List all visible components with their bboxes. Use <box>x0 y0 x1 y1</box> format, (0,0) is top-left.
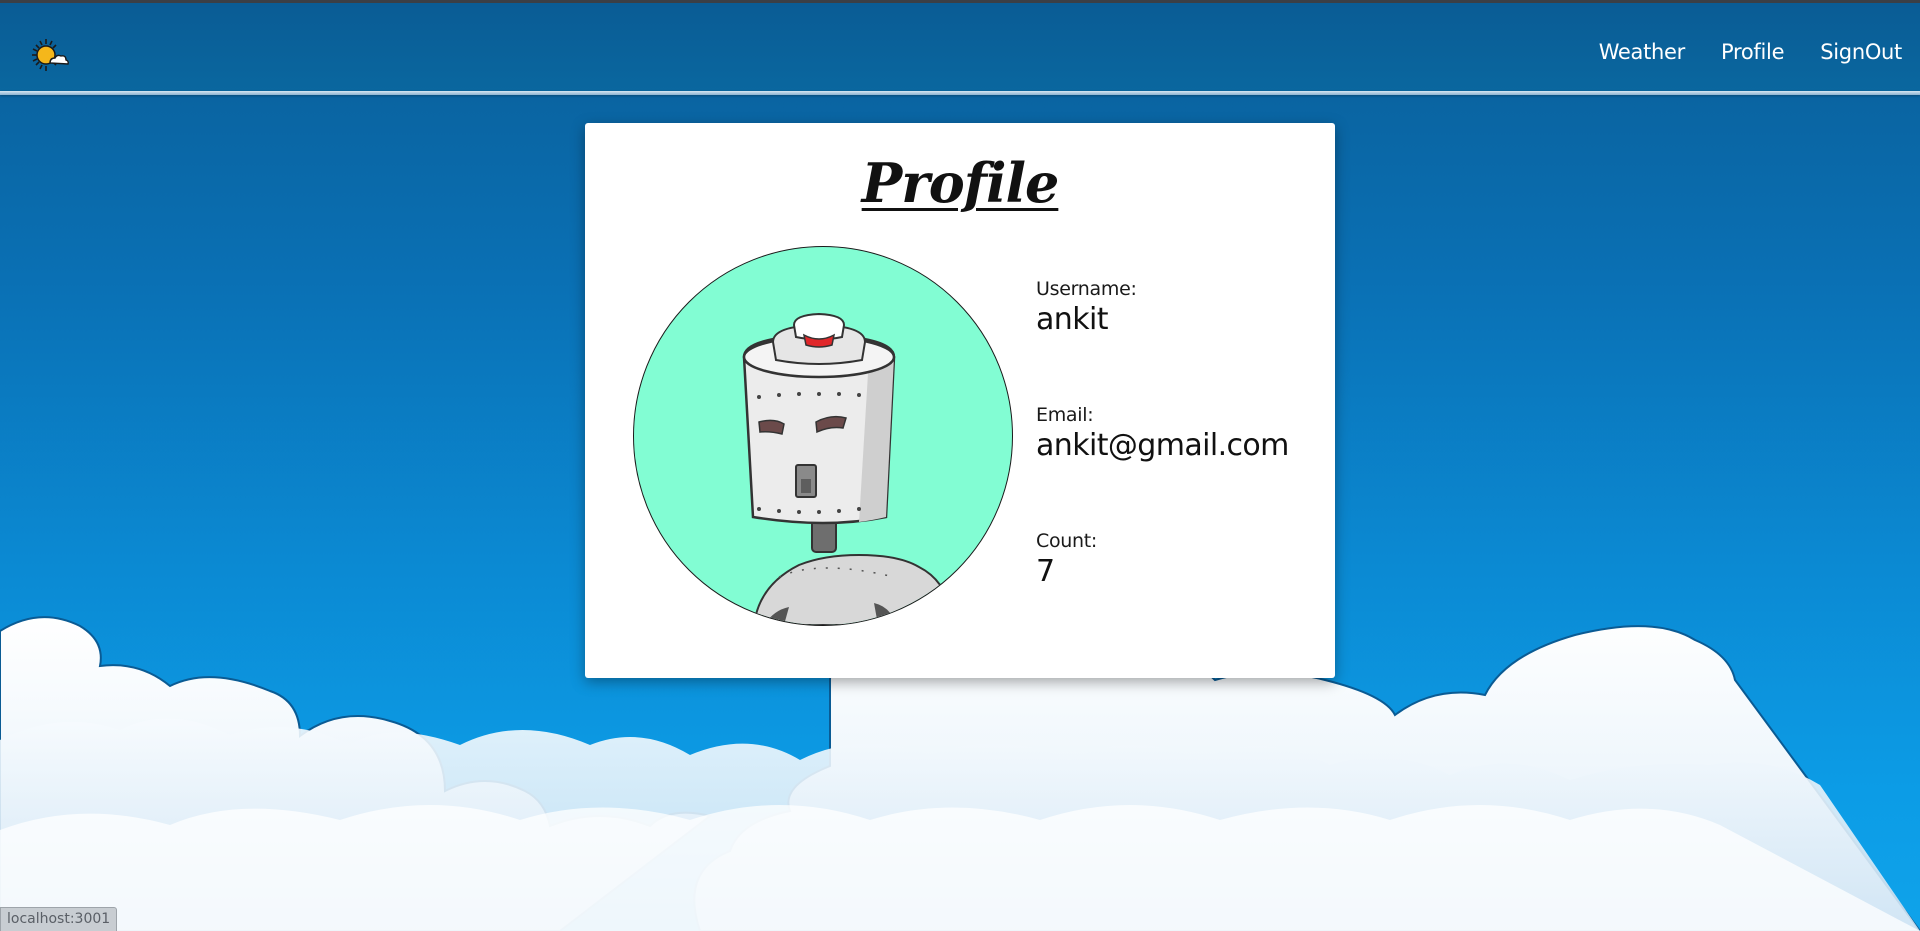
username-field: Username: ankit <box>1036 278 1316 404</box>
email-label: Email: <box>1036 404 1094 426</box>
email-field: Email: ankit@gmail.com <box>1036 404 1316 530</box>
count-value: 7 <box>1036 554 1055 589</box>
username-value: ankit <box>1036 302 1108 337</box>
nav-link-signout[interactable]: SignOut <box>1820 40 1902 64</box>
navbar-divider <box>0 91 1920 95</box>
nav-link-profile[interactable]: Profile <box>1721 40 1785 64</box>
count-field: Count: 7 <box>1036 530 1316 656</box>
email-value: ankit@gmail.com <box>1036 428 1289 463</box>
sun-cloud-icon[interactable] <box>30 37 70 73</box>
browser-status-url: localhost:3001 <box>0 907 118 931</box>
profile-info: Username: ankit Email: ankit@gmail.com C… <box>1036 278 1316 656</box>
navbar: Weather Profile SignOut <box>0 3 1920 91</box>
count-label: Count: <box>1036 530 1098 552</box>
page-title: Profile <box>861 151 1060 215</box>
robot-avatar-icon <box>742 312 956 625</box>
username-label: Username: <box>1036 278 1137 300</box>
avatar <box>633 246 1013 626</box>
profile-card: Profile Username: ankit Email: ankit@gma… <box>585 123 1335 678</box>
nav-link-weather[interactable]: Weather <box>1599 40 1686 64</box>
nav-links: Weather Profile SignOut <box>1599 37 1903 67</box>
